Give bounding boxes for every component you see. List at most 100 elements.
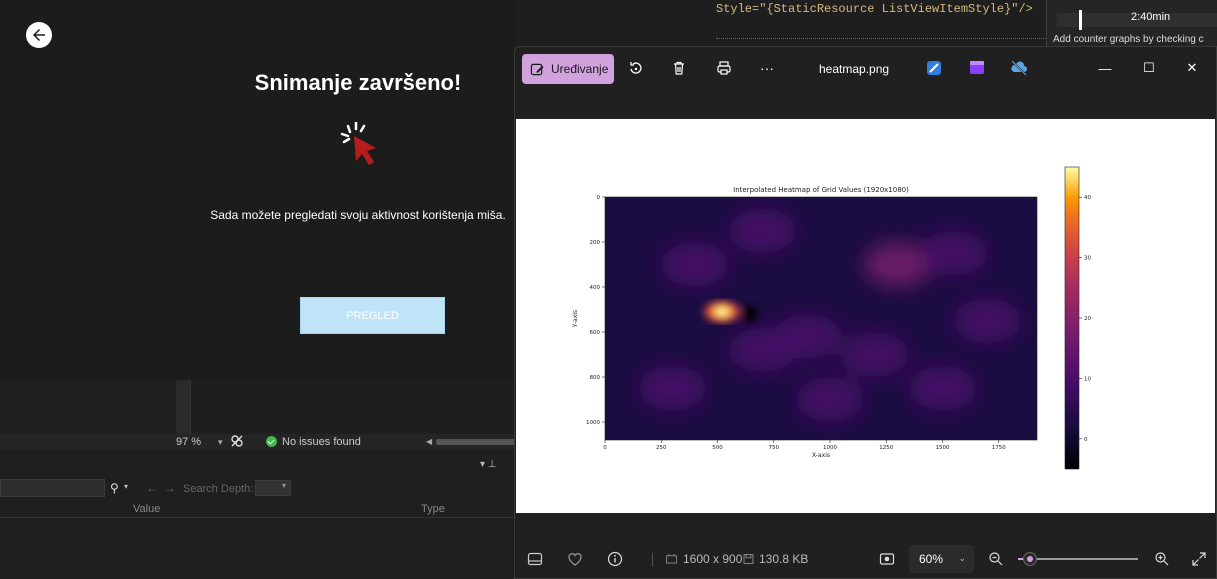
heatmap-blob xyxy=(796,377,864,422)
heatmap-plot-area xyxy=(604,196,1038,441)
editor-status-bar: 97 % ▾ No issues found ◀ xyxy=(0,434,516,450)
heatmap-blob xyxy=(919,231,988,276)
fit-to-screen-icon[interactable] xyxy=(879,551,895,567)
issues-status[interactable]: No issues found xyxy=(282,436,361,448)
more-icon[interactable]: ··· xyxy=(758,59,776,77)
close-icon[interactable]: ✕ xyxy=(1181,57,1203,79)
edit-button-label: Uređivanje xyxy=(551,62,609,76)
editor-zoom-level[interactable]: 97 % xyxy=(176,436,201,448)
back-arrow-icon xyxy=(33,29,45,41)
info-icon[interactable] xyxy=(607,551,623,567)
x-tick-label: 500 xyxy=(712,445,723,451)
x-tick-label: 1500 xyxy=(936,445,950,451)
code-editor-fragment: Style="{StaticResource ListViewItemStyle… xyxy=(716,0,1046,46)
column-header-value[interactable]: Value xyxy=(133,503,160,515)
x-axis-ticks: 0 250 500 750 1000 1250 1500 1750 xyxy=(603,440,1006,451)
minimize-icon[interactable]: — xyxy=(1094,57,1116,79)
y-tick-label: 1000 xyxy=(586,420,600,426)
search-input[interactable] xyxy=(0,479,105,497)
x-tick-label: 1750 xyxy=(992,445,1006,451)
search-depth-select[interactable]: ▾ xyxy=(255,480,291,496)
timeline-duration: 2:40min xyxy=(1131,11,1171,23)
heatmap-field xyxy=(605,197,1037,440)
heatmap-blob xyxy=(841,332,909,377)
y-axis-label: Y-axis xyxy=(572,310,579,328)
review-button[interactable]: PREGLED xyxy=(300,297,445,334)
file-name: heatmap.png xyxy=(819,62,890,76)
y-tick-label: 600 xyxy=(590,330,601,336)
watch-search-bar: ⚲ ▾ ← → Search Depth: ▾ xyxy=(0,479,516,499)
chart-title: Interpolated Heatmap of Grid Values (192… xyxy=(733,186,909,194)
colorbar-tick-label: 20 xyxy=(1084,316,1091,322)
x-tick-label: 250 xyxy=(656,445,667,451)
colorbar-tick-label: 30 xyxy=(1084,256,1091,262)
zoom-out-icon[interactable] xyxy=(988,551,1004,567)
print-icon[interactable] xyxy=(715,59,733,77)
colorbar: 40 30 20 10 0 xyxy=(1064,166,1091,470)
diagnostics-panel: 2:40min Add counter graphs by checking c xyxy=(1046,0,1217,46)
y-tick-label: 800 xyxy=(590,375,601,381)
x-tick-label: 1250 xyxy=(879,445,893,451)
divider xyxy=(0,517,516,518)
column-header-type[interactable]: Type xyxy=(421,503,445,515)
heatmap-blob xyxy=(638,366,707,411)
colorbar-gradient xyxy=(1064,166,1080,470)
edit-image-icon xyxy=(530,63,544,75)
forward-arrow-icon[interactable]: → xyxy=(164,481,176,495)
delete-icon[interactable] xyxy=(670,59,688,77)
heatmap-blob xyxy=(728,208,797,253)
chevron-down-icon[interactable]: ▾ xyxy=(218,437,223,448)
zoom-in-icon[interactable] xyxy=(1154,551,1170,567)
intellicode-icon[interactable] xyxy=(231,435,243,447)
heatmap-blob xyxy=(953,298,1022,343)
image-dimensions: 1600 x 900 xyxy=(683,552,743,566)
file-size-icon xyxy=(743,554,754,564)
rotate-icon[interactable] xyxy=(627,59,645,77)
y-axis-ticks: 0 200 400 600 800 1000 xyxy=(586,195,605,426)
pin-icon[interactable]: ▾ ⊥ xyxy=(480,459,497,470)
divider xyxy=(716,38,1046,41)
zoom-dropdown[interactable]: 60% ⌄ xyxy=(909,545,974,573)
zoom-slider-rail xyxy=(1018,558,1138,560)
heatmap-blob xyxy=(728,328,797,372)
designer-app-icon[interactable] xyxy=(925,59,943,77)
diagnostics-hint: Add counter graphs by checking c xyxy=(1053,34,1204,45)
scroll-left-icon[interactable]: ◀ xyxy=(426,437,432,446)
search-icon[interactable]: ⚲ xyxy=(110,481,119,495)
photo-viewer-window: Uređivanje ··· heatmap.png — ☐ ✕ Interpo… xyxy=(514,46,1217,579)
mouse-click-icon xyxy=(340,122,376,165)
maximize-icon[interactable]: ☐ xyxy=(1138,57,1160,79)
chevron-down-icon[interactable]: ▾ xyxy=(124,482,128,491)
horizontal-scrollbar[interactable]: ◀ xyxy=(426,437,516,446)
colorbar-tick-label: 40 xyxy=(1084,195,1091,201)
colorbar-tick-label: 0 xyxy=(1084,437,1088,443)
x-tick-label: 0 xyxy=(603,445,607,451)
y-tick-label: 200 xyxy=(590,240,601,246)
edit-button[interactable]: Uređivanje xyxy=(522,54,614,84)
full-screen-icon[interactable] xyxy=(1191,551,1207,567)
timeline-marker xyxy=(1079,10,1082,30)
viewer-bottom-bar: 1600 x 900 130.8 KB 60% ⌄ xyxy=(515,539,1216,579)
recording-app: Snimanje završeno! Sada možete pregledat… xyxy=(0,0,516,380)
zoom-slider[interactable] xyxy=(1018,551,1138,567)
clipchamp-icon[interactable] xyxy=(968,59,986,77)
back-button[interactable] xyxy=(26,22,52,48)
heatmap-cold-spot xyxy=(743,305,757,322)
cloud-off-icon[interactable] xyxy=(1010,59,1028,77)
zoom-slider-thumb[interactable] xyxy=(1024,553,1036,565)
file-size: 130.8 KB xyxy=(759,552,809,566)
image-canvas[interactable]: Interpolated Heatmap of Grid Values (192… xyxy=(516,119,1215,513)
back-arrow-icon[interactable]: ← xyxy=(146,481,158,495)
favorite-icon[interactable] xyxy=(567,551,583,567)
filmstrip-icon[interactable] xyxy=(527,551,543,567)
viewer-toolbar: Uređivanje ··· heatmap.png — ☐ ✕ xyxy=(515,47,1216,91)
scrollbar-thumb[interactable] xyxy=(436,439,516,445)
x-tick-label: 750 xyxy=(769,445,780,451)
chevron-down-icon: ⌄ xyxy=(958,553,966,563)
heatmap-hotspot xyxy=(716,307,728,316)
y-tick-label: 400 xyxy=(590,285,601,291)
dimensions-icon xyxy=(666,554,677,564)
check-circle-icon xyxy=(266,436,277,447)
zoom-level: 60% xyxy=(919,552,944,566)
code-line: Style="{StaticResource ListViewItemStyle… xyxy=(716,2,1033,16)
